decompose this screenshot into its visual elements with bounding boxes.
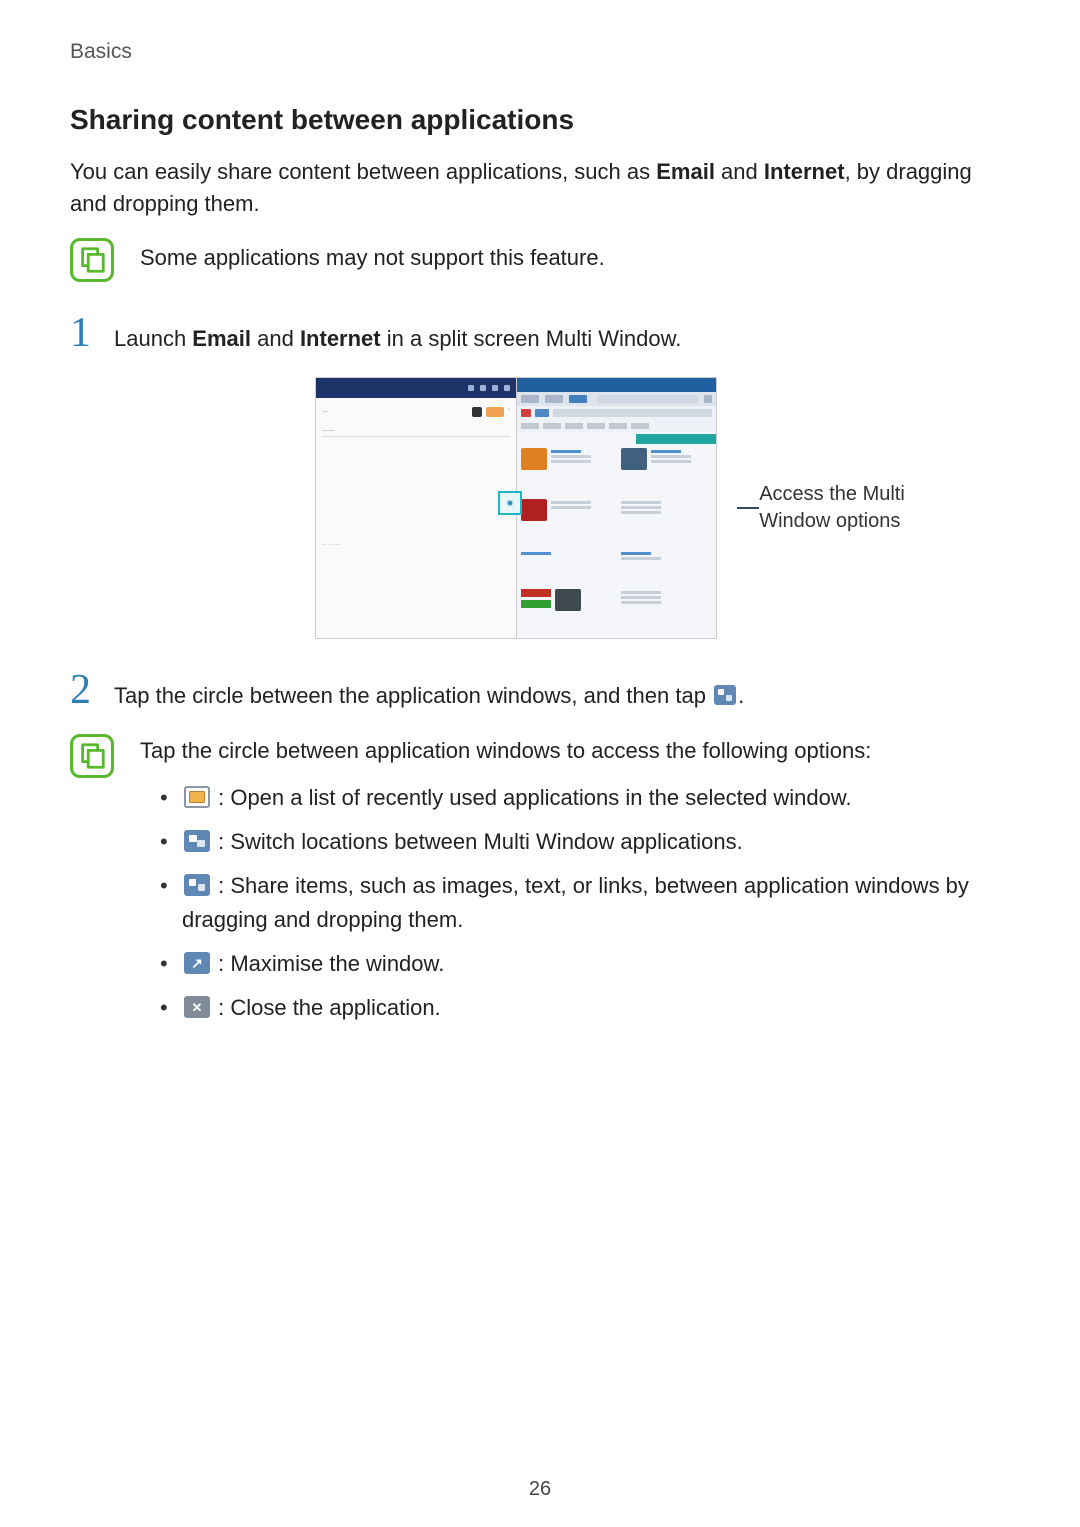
callout-line1: Access the Multi [759,483,905,505]
step-2-body: Tap the circle between the application w… [114,669,1010,712]
manual-page: Basics Sharing content between applicati… [0,0,1080,1527]
callout-line2: Window options [759,510,900,532]
step-number-2: 2 [70,669,96,711]
split-screen-figure: — › —— — — — [315,377,717,639]
option-max-text: : Maximise the window. [212,951,444,976]
callout-leader-line [737,507,759,509]
share-drag-icon [714,685,736,705]
multi-window-handle-icon [498,491,522,515]
page-number: 26 [0,1478,1080,1501]
step2-post: . [738,683,744,708]
step1-bold-internet: Internet [300,326,381,351]
option-switch-text: : Switch locations between Multi Window … [212,829,743,854]
option-close: : Close the application. [160,991,1010,1025]
note-row-1: Some applications may not support this f… [70,238,1010,282]
options-list: : Open a list of recently used applicati… [140,781,1010,1026]
figure-wrap: — › —— — — — [70,377,1010,639]
step-2: 2 Tap the circle between the application… [70,669,1010,712]
switch-windows-icon [184,830,210,852]
figure-right-pane-internet [517,378,717,638]
intro-bold-internet: Internet [764,159,845,184]
figure-left-pane-email: — › —— — — — [316,378,517,638]
note-icon [70,734,114,778]
note-icon [70,238,114,282]
note2-intro: Tap the circle between application windo… [140,734,1010,767]
intro-paragraph: You can easily share content between app… [70,156,1010,220]
option-recent: : Open a list of recently used applicati… [160,781,1010,815]
page-title: Sharing content between applications [70,104,1010,136]
option-switch: : Switch locations between Multi Window … [160,825,1010,859]
figure-callout: Access the Multi Window options [737,481,905,535]
callout-text: Access the Multi Window options [759,481,905,535]
option-share: : Share items, such as images, text, or … [160,869,1010,937]
step-number-1: 1 [70,312,96,354]
figure-left-topbar [316,378,516,398]
step1-bold-email: Email [192,326,251,351]
intro-mid: and [715,159,764,184]
maximise-icon [184,952,210,974]
step-1: 1 Launch Email and Internet in a split s… [70,312,1010,355]
step1-pre: Launch [114,326,192,351]
note-row-2: Tap the circle between application windo… [70,734,1010,1036]
note-2-content: Tap the circle between application windo… [140,734,1010,1036]
option-close-text: : Close the application. [212,995,441,1020]
intro-pre: You can easily share content between app… [70,159,656,184]
step2-pre: Tap the circle between the application w… [114,683,712,708]
section-label: Basics [70,40,1010,64]
share-drag-icon [184,874,210,896]
option-max: : Maximise the window. [160,947,1010,981]
step-1-body: Launch Email and Internet in a split scr… [114,312,1010,355]
option-share-text: : Share items, such as images, text, or … [182,873,969,932]
step1-post: in a split screen Multi Window. [381,326,682,351]
recent-apps-icon [184,786,210,808]
option-recent-text: : Open a list of recently used applicati… [212,785,852,810]
note-text-1: Some applications may not support this f… [140,238,605,274]
intro-bold-email: Email [656,159,715,184]
step1-mid: and [251,326,300,351]
close-icon [184,996,210,1018]
